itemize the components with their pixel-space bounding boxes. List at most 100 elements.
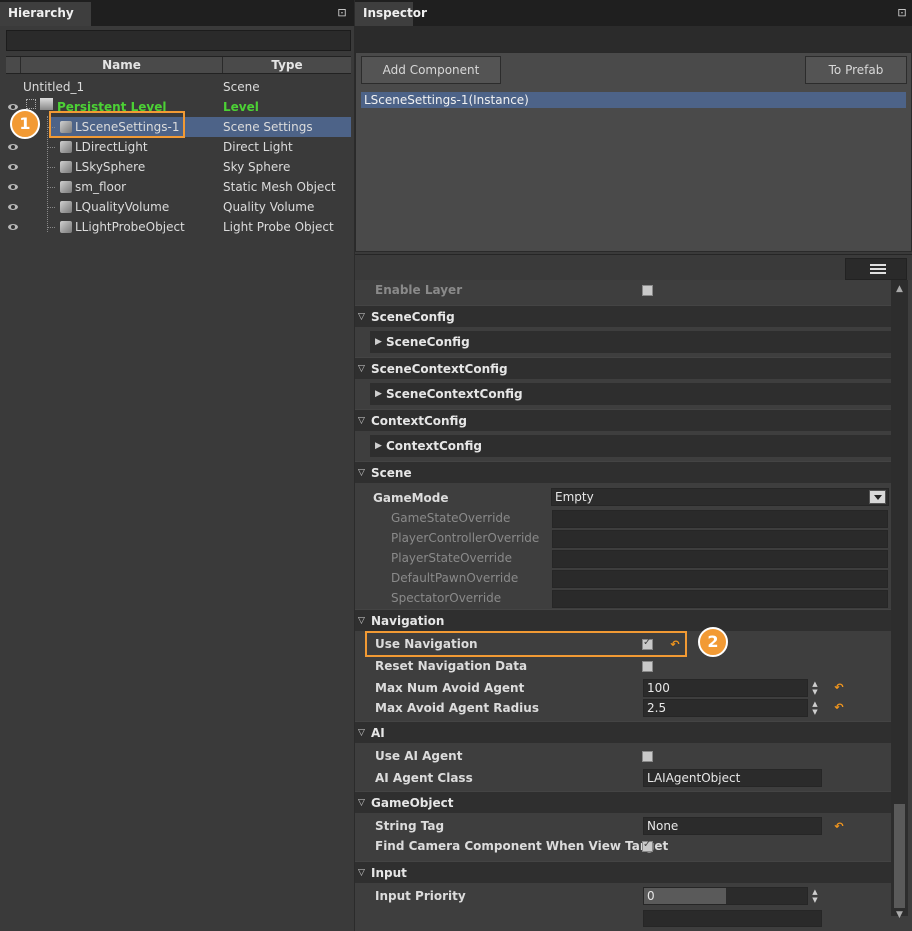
- input-priority-value: 0: [647, 889, 655, 903]
- inspector-toolbar: [355, 26, 912, 52]
- row-type: Sky Sphere: [223, 160, 291, 174]
- section-label: SceneConfig: [371, 310, 455, 324]
- row-name: sm_floor: [75, 180, 127, 194]
- find-camera-label: Find Camera Component When View Target: [375, 839, 669, 853]
- gamemode-select[interactable]: Empty: [551, 488, 889, 506]
- callout-box-1: [49, 111, 185, 138]
- stepper-icon[interactable]: ▲ ▼: [811, 888, 819, 904]
- input-priority-fill: [644, 888, 726, 904]
- component-area: Add Component To Prefab LSceneSettings-1…: [355, 52, 912, 252]
- level-icon: [40, 98, 53, 110]
- row-type: Level: [223, 100, 259, 114]
- stepper-icon[interactable]: ▲ ▼: [811, 700, 819, 716]
- section-label: SceneContextConfig: [371, 362, 508, 376]
- eye-icon[interactable]: [8, 204, 18, 210]
- eye-icon[interactable]: [8, 184, 18, 190]
- reset-icon[interactable]: ↶: [833, 821, 845, 833]
- section-label: ContextConfig: [371, 414, 468, 428]
- row-type: Direct Light: [223, 140, 293, 154]
- cube-icon: [60, 201, 72, 213]
- section-input[interactable]: ▽ Input: [355, 861, 891, 883]
- scroll-up-icon[interactable]: ▲: [894, 284, 905, 294]
- reset-navigation-checkbox[interactable]: [642, 661, 653, 672]
- hierarchy-search-input[interactable]: [6, 30, 351, 51]
- string-tag-input[interactable]: None: [643, 817, 822, 835]
- spectator-override-field[interactable]: [552, 590, 888, 608]
- row-type: Light Probe Object: [223, 220, 334, 234]
- use-ai-agent-label: Use AI Agent: [375, 749, 463, 763]
- playercontroller-override-field[interactable]: [552, 530, 888, 548]
- eye-icon[interactable]: [8, 144, 18, 150]
- defaultpawn-override-label: DefaultPawnOverride: [391, 571, 519, 585]
- section-label: Input: [371, 866, 407, 880]
- pin-icon[interactable]: ⊡: [335, 6, 349, 19]
- callout-badge-1: 1: [10, 109, 40, 139]
- reset-icon[interactable]: ↶: [833, 702, 845, 714]
- tree-row-floor[interactable]: sm_floor Static Mesh Object: [6, 177, 351, 197]
- subsection-sceneconfig[interactable]: ▶ SceneConfig: [370, 331, 891, 353]
- scrollbar[interactable]: ▲ ▼: [891, 280, 908, 920]
- column-type[interactable]: Type: [222, 57, 351, 73]
- column-name[interactable]: Name: [20, 57, 222, 73]
- expand-icon[interactable]: [26, 99, 36, 109]
- subsection-scenecontextconfig[interactable]: ▶ SceneContextConfig: [370, 383, 891, 405]
- row-name: LLightProbeObject: [75, 220, 185, 234]
- callout-box-2: [365, 631, 687, 657]
- eye-icon[interactable]: [8, 104, 18, 110]
- max-radius-input[interactable]: 2.5: [643, 699, 808, 717]
- max-num-avoid-input[interactable]: 100: [643, 679, 808, 697]
- subsection-label: ContextConfig: [386, 439, 483, 453]
- extra-field[interactable]: [643, 910, 822, 927]
- subsection-label: SceneConfig: [386, 335, 470, 349]
- callout-badge-2: 2: [698, 627, 728, 657]
- section-scene[interactable]: ▽ Scene: [355, 461, 891, 483]
- gamestate-override-field[interactable]: [552, 510, 888, 528]
- row-name: LQualityVolume: [75, 200, 170, 214]
- section-label: GameObject: [371, 796, 454, 810]
- defaultpawn-override-field[interactable]: [552, 570, 888, 588]
- tree-row-skysphere[interactable]: LSkySphere Sky Sphere: [6, 157, 351, 177]
- enable-layer-checkbox[interactable]: [642, 285, 653, 296]
- properties-toolbar: [355, 254, 912, 280]
- hierarchy-tab[interactable]: Hierarchy: [0, 2, 91, 26]
- instance-row[interactable]: LSceneSettings-1(Instance): [361, 92, 906, 108]
- row-type: Scene: [223, 80, 260, 94]
- tree-branch: [47, 167, 55, 168]
- use-ai-agent-checkbox[interactable]: [642, 751, 653, 762]
- menu-icon[interactable]: [845, 258, 907, 280]
- tree-row-scene[interactable]: Untitled_1 Scene: [6, 77, 351, 97]
- row-type: Scene Settings: [223, 120, 313, 134]
- input-priority-slider[interactable]: 0: [643, 887, 808, 905]
- pin-icon[interactable]: ⊡: [895, 6, 909, 19]
- inspector-tab[interactable]: Inspector: [355, 2, 427, 26]
- cube-icon: [60, 221, 72, 233]
- gamemode-label: GameMode: [373, 491, 449, 505]
- tree-row-lightprobe[interactable]: LLightProbeObject Light Probe Object: [6, 217, 351, 237]
- subsection-contextconfig[interactable]: ▶ ContextConfig: [370, 435, 891, 457]
- hierarchy-tab-bar: Hierarchy ⊡: [0, 0, 354, 26]
- tree-row-directlight[interactable]: LDirectLight Direct Light: [6, 137, 351, 157]
- section-gameobject[interactable]: ▽ GameObject: [355, 791, 891, 813]
- cube-icon: [60, 141, 72, 153]
- scrollbar-thumb[interactable]: [894, 804, 905, 908]
- ai-agent-class-input[interactable]: LAIAgentObject: [643, 769, 822, 787]
- string-tag-label: String Tag: [375, 819, 445, 833]
- chevron-down-icon[interactable]: [869, 490, 886, 504]
- stepper-icon[interactable]: ▲ ▼: [811, 680, 819, 696]
- eye-icon[interactable]: [8, 164, 18, 170]
- row-name: Untitled_1: [23, 80, 85, 94]
- playerstate-override-field[interactable]: [552, 550, 888, 568]
- section-navigation[interactable]: ▽ Navigation: [355, 609, 891, 631]
- section-ai[interactable]: ▽ AI: [355, 721, 891, 743]
- tree-row-qualityvolume[interactable]: LQualityVolume Quality Volume: [6, 197, 351, 217]
- add-component-button[interactable]: Add Component: [361, 56, 501, 84]
- find-camera-checkbox[interactable]: [642, 839, 653, 852]
- section-label: Scene: [371, 466, 412, 480]
- eye-icon[interactable]: [8, 224, 18, 230]
- scroll-down-icon[interactable]: ▼: [894, 910, 905, 920]
- section-contextconfig[interactable]: ▽ ContextConfig: [355, 409, 891, 431]
- reset-icon[interactable]: ↶: [833, 682, 845, 694]
- section-scenecontextconfig[interactable]: ▽ SceneContextConfig: [355, 357, 891, 379]
- to-prefab-button[interactable]: To Prefab: [805, 56, 907, 84]
- section-sceneconfig[interactable]: ▽ SceneConfig: [355, 305, 891, 327]
